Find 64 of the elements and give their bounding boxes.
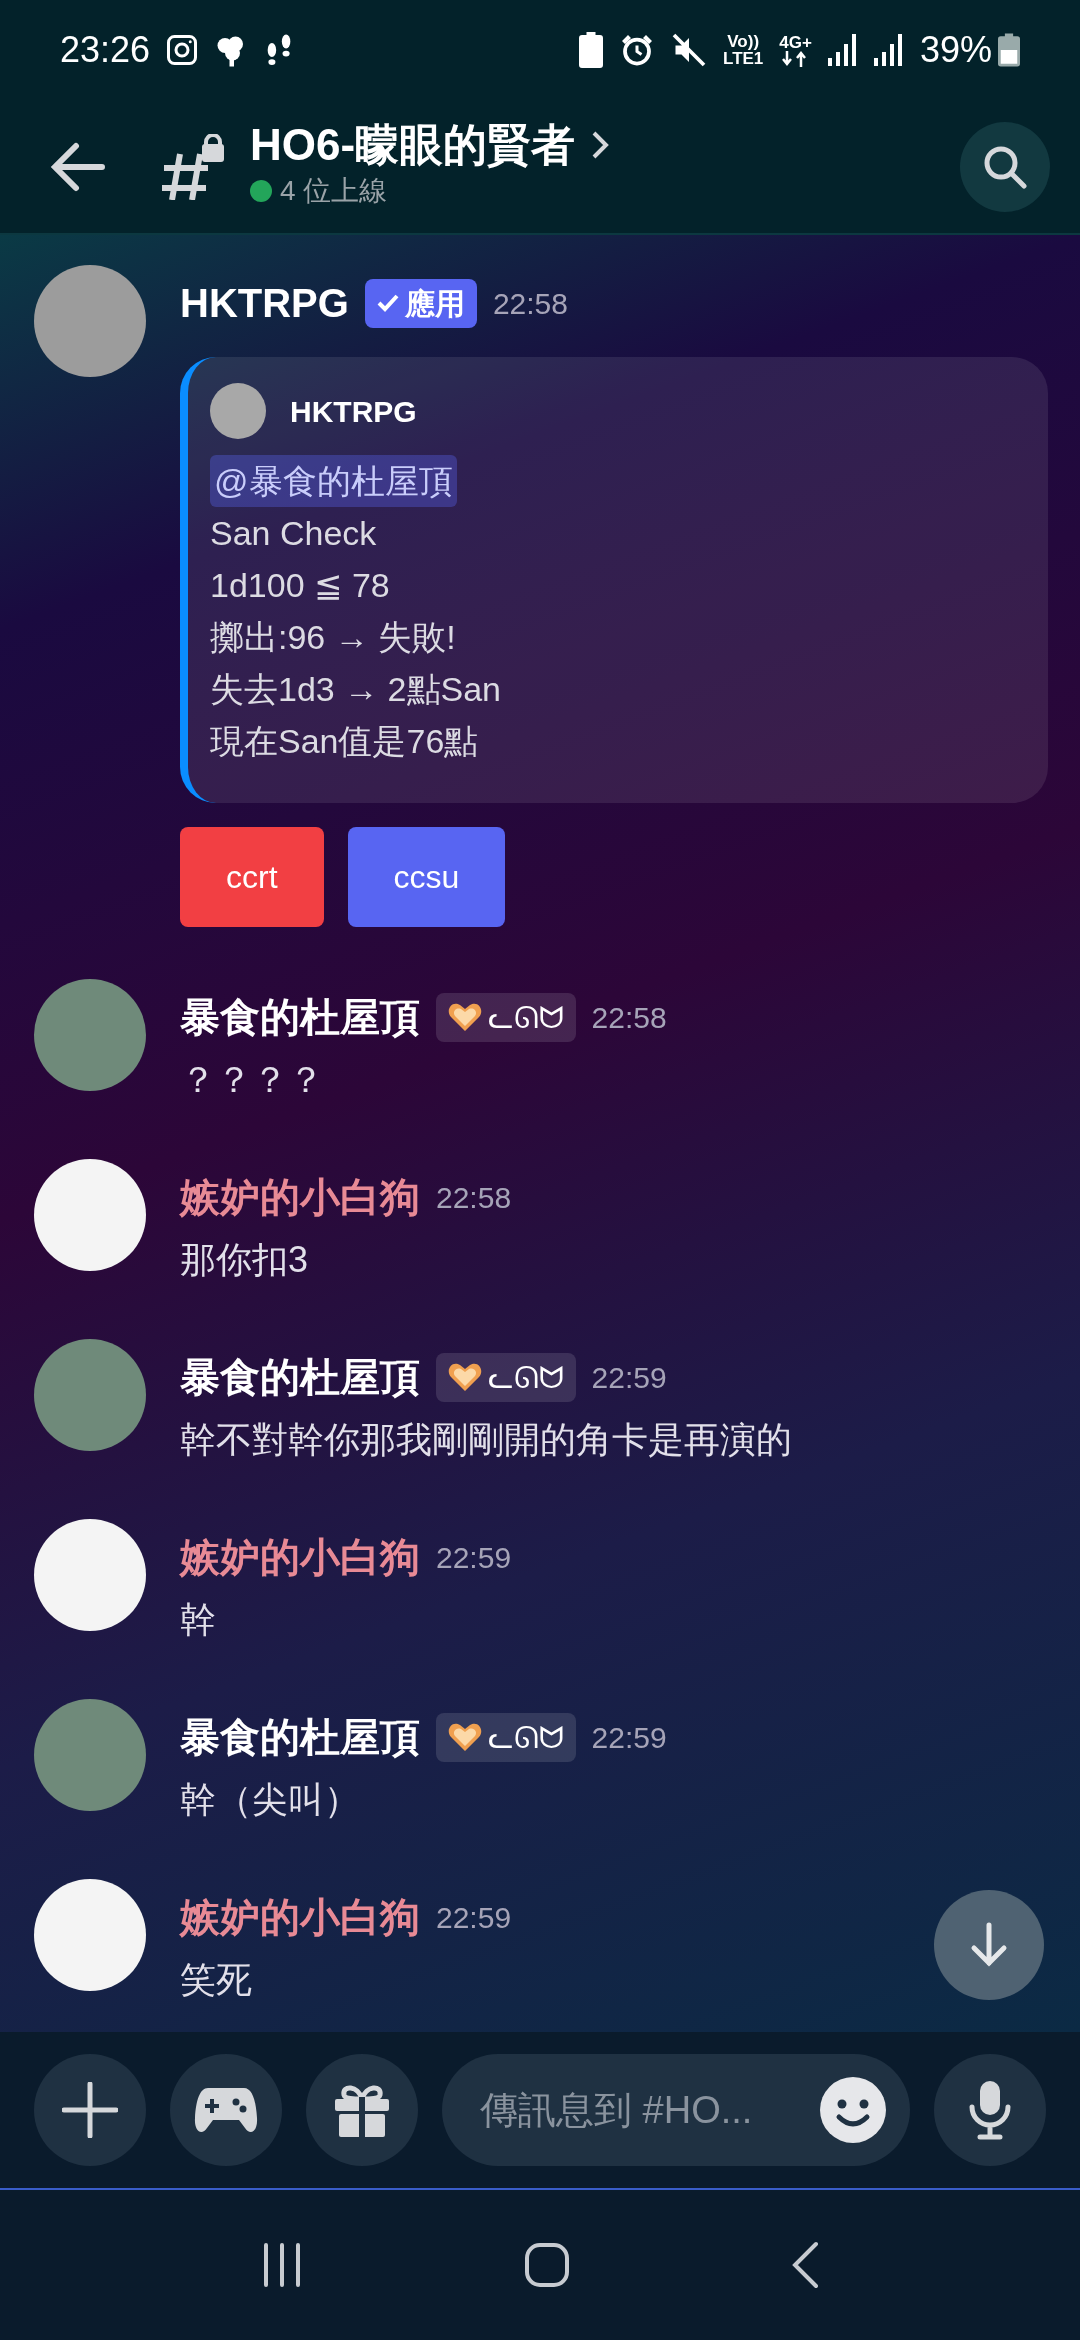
embed-line: 1d100 ≦ 78 (210, 565, 391, 606)
message-input[interactable]: 傳訊息到 #HO... (478, 2080, 820, 2140)
user-mention[interactable]: @暴食的杜屋頂 (210, 455, 457, 507)
timestamp: 22:58 (492, 285, 568, 322)
action-button[interactable]: ccrt (180, 827, 324, 927)
online-dot-icon (250, 179, 272, 202)
locked-channel-icon (162, 133, 226, 200)
guild-tag[interactable]: ᓚᘏᗢ (436, 1712, 576, 1762)
username[interactable]: 暴食的杜屋頂 (180, 987, 420, 1047)
microphone-icon[interactable] (968, 2079, 1012, 2141)
back-chevron-icon[interactable] (790, 2241, 820, 2289)
embed-avatar (210, 383, 266, 439)
embed-line: 擲出:96 → 失敗! (210, 617, 457, 658)
emoji-icon[interactable] (820, 2077, 886, 2143)
timestamp: 22:58 (436, 1179, 512, 1216)
timestamp: 22:58 (591, 999, 667, 1036)
back-button[interactable] (50, 141, 106, 192)
timestamp: 22:59 (436, 1539, 512, 1576)
chevron-right-icon (591, 130, 610, 161)
embed-author: HKTRPG (290, 393, 417, 430)
timestamp: 22:59 (591, 1359, 667, 1396)
timestamp: 22:59 (436, 1899, 512, 1936)
message-text: 幹 (180, 1598, 217, 1642)
username[interactable]: 暴食的杜屋頂 (180, 1707, 420, 1767)
username[interactable]: 嫉妒的小白狗 (180, 1527, 420, 1587)
username[interactable]: 嫉妒的小白狗 (180, 1887, 420, 1947)
online-count: 4 位上線 (280, 173, 388, 208)
action-button[interactable]: ccsu (347, 827, 506, 927)
volte-label: LTE1 (723, 50, 764, 67)
mute-icon (671, 32, 707, 68)
heart-icon (448, 1722, 482, 1752)
embed-line: 失去1d3 → 2點San (210, 669, 503, 710)
signal-icon (873, 34, 904, 66)
battery-saver-icon (579, 32, 603, 68)
embed-line: 現在San值是76點 (210, 721, 480, 762)
message-field[interactable]: 傳訊息到 #HO... (442, 2054, 910, 2166)
battery-charging-icon (998, 32, 1020, 68)
heart-icon (448, 1362, 482, 1392)
signal-icon (827, 34, 858, 66)
volte-label: Vo)) (726, 33, 761, 50)
guild-tag[interactable]: ᓚᘏᗢ (436, 1352, 576, 1402)
message-text: 笑死 (180, 1958, 253, 2002)
tag-label: ᓚᘏᗢ (488, 1358, 564, 1397)
message-text: 幹（尖叫） (180, 1778, 361, 1822)
username[interactable]: 暴食的杜屋頂 (180, 1347, 420, 1407)
plus-icon[interactable] (62, 2082, 118, 2138)
clock-time: 23:26 (60, 28, 151, 72)
username[interactable]: 嫉妒的小白狗 (180, 1167, 420, 1227)
timestamp: 22:59 (591, 1719, 667, 1756)
message-text: ？？？？ (180, 1058, 325, 1102)
heart-icon (448, 1002, 482, 1032)
embed-line: San Check (210, 513, 378, 554)
checkmark-icon (376, 293, 399, 313)
message-text: 幹不對幹你那我剛剛開的角卡是再演的 (180, 1418, 792, 1462)
tag-label: ᓚᘏᗢ (488, 998, 564, 1037)
message-text: 那你扣3 (180, 1238, 310, 1282)
network-type-label: 4G+ (779, 33, 812, 51)
channel-title[interactable]: HO6-矇眼的賢者 (250, 121, 576, 170)
guild-tag[interactable]: ᓚᘏᗢ (436, 992, 576, 1042)
username[interactable]: HKTRPG (180, 273, 349, 333)
battery-percent: 39% (919, 28, 992, 72)
tag-label: ᓚᘏᗢ (488, 1718, 564, 1757)
home-icon[interactable] (524, 2242, 570, 2288)
tag-label: 應用 (404, 285, 465, 322)
